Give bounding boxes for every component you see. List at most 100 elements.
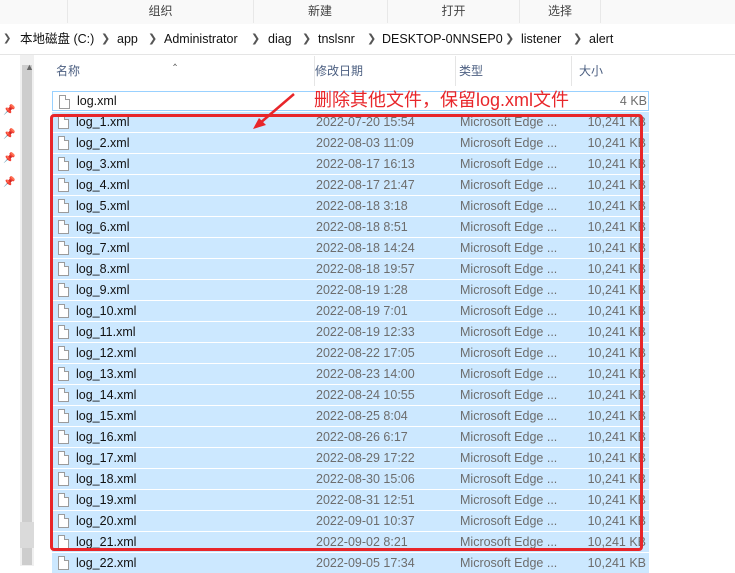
- file-size: 10,241 KB: [587, 304, 646, 318]
- column-header-size[interactable]: 大小: [575, 56, 649, 86]
- breadcrumb-diag[interactable]: diag: [268, 24, 292, 54]
- file-type: Microsoft Edge ...: [460, 451, 558, 465]
- file-type: Microsoft Edge ...: [460, 535, 558, 549]
- ribbon-group-organize[interactable]: 组织: [67, 0, 254, 23]
- file-row[interactable]: log_21.xml 2022-09-02 8:21 Microsoft Edge …: [52, 532, 649, 552]
- file-row[interactable]: log_3.xml 2022-08-17 16:13 Microsoft Edge …: [52, 154, 649, 174]
- file-row[interactable]: log_22.xml 2022-09-05 17:34 Microsoft Edge…: [52, 553, 649, 573]
- nav-scrollbar-thumb[interactable]: [22, 65, 32, 565]
- breadcrumb-administrator[interactable]: Administrator: [164, 24, 238, 54]
- file-row[interactable]: log_19.xml 2022-08-31 12:51 Microsoft Edge…: [52, 490, 649, 510]
- chevron-right-icon[interactable]: ❯: [251, 24, 260, 54]
- file-row[interactable]: log_15.xml 2022-08-25 8:04 Microsoft Edge …: [52, 406, 649, 426]
- file-icon: [58, 283, 69, 297]
- chevron-right-icon[interactable]: ❯: [3, 24, 11, 54]
- file-name: log_6.xml: [76, 220, 130, 234]
- file-icon: [58, 115, 69, 129]
- file-row[interactable]: log_7.xml 2022-08-18 14:24 Microsoft Edge …: [52, 238, 649, 258]
- file-icon: [58, 199, 69, 213]
- address-bar[interactable]: ❯ 本地磁盘 (C:) ❯ app ❯ Administrator ❯ diag…: [0, 24, 735, 55]
- file-row[interactable]: log_11.xml 2022-08-19 12:33 Microsoft Edge…: [52, 322, 649, 342]
- pin-icon: 📌: [3, 129, 16, 140]
- nav-scrollbar[interactable]: [20, 55, 34, 566]
- ribbon-group-select[interactable]: 选择: [520, 0, 601, 23]
- annotation-text: 删除其他文件，保留log.xml文件: [314, 90, 570, 110]
- file-row[interactable]: log_5.xml 2022-08-18 3:18 Microsoft Edge .…: [52, 196, 649, 216]
- file-row[interactable]: log_10.xml 2022-08-19 7:01 Microsoft Edge …: [52, 301, 649, 321]
- file-modified-date: 2022-08-26 6:17: [316, 430, 408, 444]
- file-size: 4 KB: [619, 94, 647, 108]
- file-modified-date: 2022-08-19 1:28: [316, 283, 408, 297]
- file-modified-date: 2022-09-01 10:37: [316, 514, 415, 528]
- breadcrumb-listener[interactable]: listener: [521, 24, 561, 54]
- file-row[interactable]: log_1.xml 2022-07-20 15:54 Microsoft Edge …: [52, 112, 649, 132]
- file-name: log_22.xml: [76, 556, 137, 570]
- file-modified-date: 2022-08-19 12:33: [316, 325, 415, 339]
- file-type: Microsoft Edge ...: [460, 556, 558, 570]
- file-row[interactable]: log_8.xml 2022-08-18 19:57 Microsoft Edge …: [52, 259, 649, 279]
- file-row[interactable]: log_6.xml 2022-08-18 8:51 Microsoft Edge .…: [52, 217, 649, 237]
- file-icon: [58, 367, 69, 381]
- annotation-arrow-icon: [253, 93, 295, 129]
- breadcrumb-alert[interactable]: alert: [589, 24, 613, 54]
- file-type: Microsoft Edge ...: [460, 388, 558, 402]
- chevron-right-icon[interactable]: ❯: [148, 24, 157, 54]
- file-size: 10,241 KB: [587, 325, 646, 339]
- chevron-right-icon[interactable]: ❯: [101, 24, 110, 54]
- file-name: log_9.xml: [76, 283, 130, 297]
- file-name: log_4.xml: [76, 178, 130, 192]
- file-row[interactable]: log_4.xml 2022-08-17 21:47 Microsoft Edge …: [52, 175, 649, 195]
- breadcrumb-tnslsnr[interactable]: tnslsnr: [318, 24, 355, 54]
- file-type: Microsoft Edge ...: [460, 367, 558, 381]
- breadcrumb-host[interactable]: DESKTOP-0NNSEP0: [382, 24, 503, 54]
- file-row[interactable]: log_13.xml 2022-08-23 14:00 Microsoft Edge…: [52, 364, 649, 384]
- file-row[interactable]: log_9.xml 2022-08-19 1:28 Microsoft Edge .…: [52, 280, 649, 300]
- nav-scrollbar-handle[interactable]: [20, 522, 34, 548]
- file-row[interactable]: log_18.xml 2022-08-30 15:06 Microsoft Edge…: [52, 469, 649, 489]
- breadcrumb-drive[interactable]: 本地磁盘 (C:): [20, 24, 94, 54]
- file-name: log_19.xml: [76, 493, 137, 507]
- chevron-right-icon[interactable]: ❯: [302, 24, 311, 54]
- empty-area: [649, 88, 735, 566]
- file-icon: [58, 451, 69, 465]
- file-type: Microsoft Edge ...: [460, 136, 558, 150]
- ribbon-group-open[interactable]: 打开: [388, 0, 520, 23]
- file-row[interactable]: log_16.xml 2022-08-26 6:17 Microsoft Edge …: [52, 427, 649, 447]
- file-size: 10,241 KB: [587, 472, 646, 486]
- file-name: log_1.xml: [76, 115, 130, 129]
- file-type: Microsoft Edge ...: [460, 514, 558, 528]
- chevron-right-icon[interactable]: ❯: [573, 24, 582, 54]
- chevron-right-icon[interactable]: ❯: [367, 24, 376, 54]
- file-row[interactable]: log_14.xml 2022-08-24 10:55 Microsoft Edge…: [52, 385, 649, 405]
- file-modified-date: 2022-08-29 17:22: [316, 451, 415, 465]
- file-row[interactable]: log_2.xml 2022-08-03 11:09 Microsoft Edge …: [52, 133, 649, 153]
- file-name: log_8.xml: [76, 262, 130, 276]
- file-size: 10,241 KB: [587, 514, 646, 528]
- file-name: log_3.xml: [76, 157, 130, 171]
- file-icon: [58, 430, 69, 444]
- breadcrumb-app[interactable]: app: [117, 24, 138, 54]
- column-header-name[interactable]: 名称: [52, 56, 315, 86]
- file-type: Microsoft Edge ...: [460, 472, 558, 486]
- file-icon: [58, 346, 69, 360]
- file-modified-date: 2022-08-18 3:18: [316, 199, 408, 213]
- column-header-type[interactable]: 类型: [455, 56, 572, 86]
- file-icon: [58, 409, 69, 423]
- file-size: 10,241 KB: [587, 178, 646, 192]
- file-type: Microsoft Edge ...: [460, 346, 558, 360]
- file-size: 10,241 KB: [587, 388, 646, 402]
- file-row[interactable]: log_17.xml 2022-08-29 17:22 Microsoft Edge…: [52, 448, 649, 468]
- file-type: Microsoft Edge ...: [460, 115, 558, 129]
- file-type: Microsoft Edge ...: [460, 430, 558, 444]
- chevron-right-icon[interactable]: ❯: [505, 24, 514, 54]
- scroll-up-icon[interactable]: ▲: [25, 62, 34, 72]
- file-size: 10,241 KB: [587, 556, 646, 570]
- file-name: log_15.xml: [76, 409, 137, 423]
- column-header-modified[interactable]: 修改日期: [311, 56, 456, 86]
- file-name: log.xml: [77, 94, 117, 108]
- file-icon: [58, 136, 69, 150]
- file-row[interactable]: log_20.xml 2022-09-01 10:37 Microsoft Edge…: [52, 511, 649, 531]
- file-row[interactable]: log_12.xml 2022-08-22 17:05 Microsoft Edge…: [52, 343, 649, 363]
- ribbon-group-new[interactable]: 新建: [253, 0, 388, 23]
- file-type: Microsoft Edge ...: [460, 325, 558, 339]
